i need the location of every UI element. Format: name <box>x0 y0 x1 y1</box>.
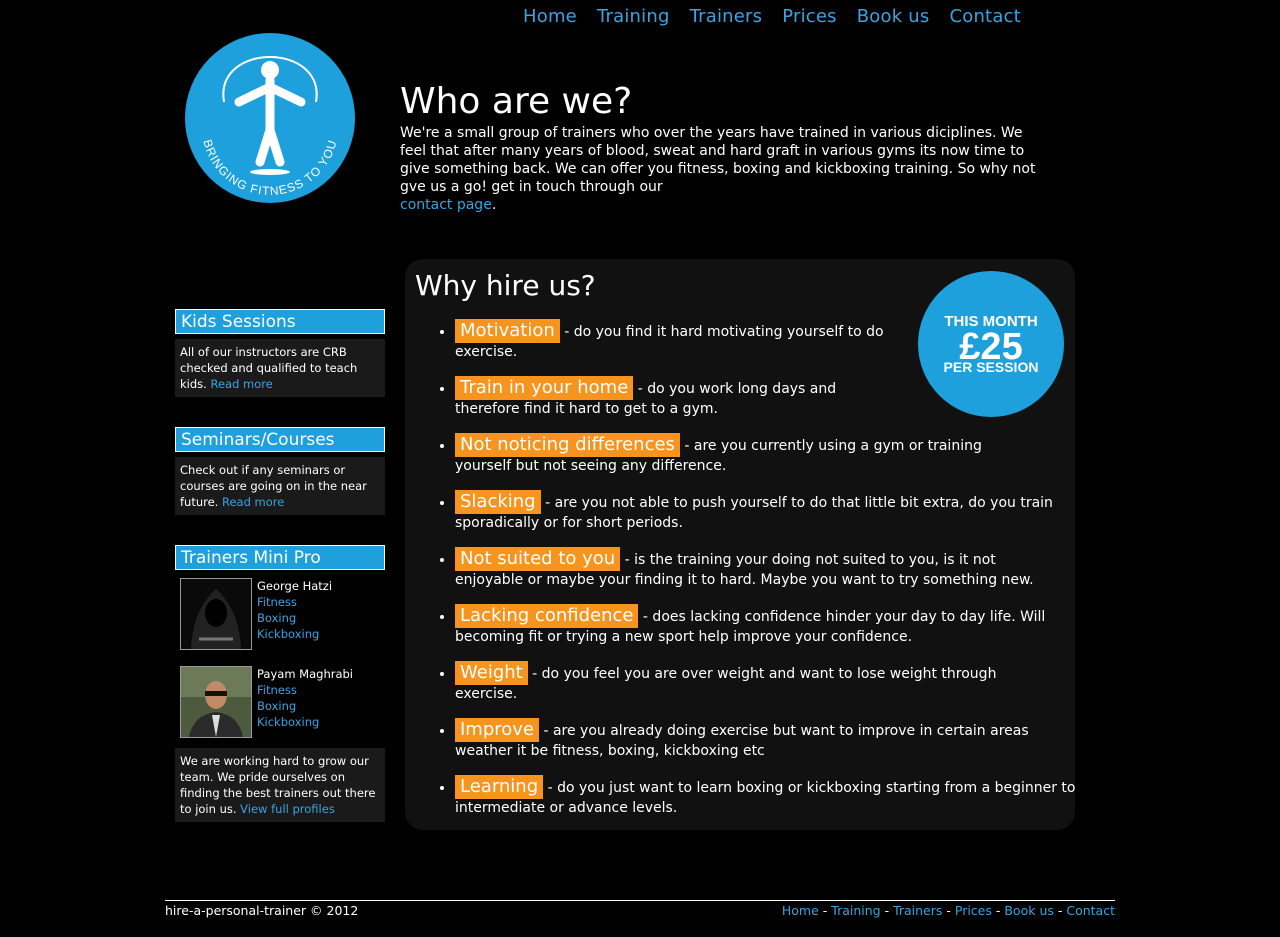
seminars-box: Check out if any seminars or courses are… <box>175 457 385 515</box>
team-box: We are working hard to grow our team. We… <box>175 748 385 822</box>
reason-tag: Train in your home <box>455 376 634 400</box>
nav-prices[interactable]: Prices <box>782 6 837 27</box>
trainer-card: George Hatzi Fitness Boxing Kickboxing <box>175 578 385 650</box>
reason-tag: Slacking <box>455 490 541 514</box>
reason-item: Not noticing differences - are you curre… <box>455 433 1015 476</box>
reason-tag: Motivation <box>455 319 560 343</box>
reason-tag: Weight <box>455 661 528 685</box>
reason-item: Not suited to you - is the training your… <box>455 547 1055 590</box>
seminars-read-more-link[interactable]: Read more <box>222 495 284 509</box>
sidebar: Kids Sessions All of our instructors are… <box>175 309 385 822</box>
trainer-skill-link[interactable]: Fitness <box>257 595 297 609</box>
trainer-name: Payam Maghrabi <box>257 667 354 681</box>
footer-link-home[interactable]: Home <box>782 903 819 918</box>
footer-link-trainers[interactable]: Trainers <box>893 903 942 918</box>
trainer-info: George Hatzi Fitness Boxing Kickboxing <box>252 578 332 650</box>
why-hire-panel: Why hire us? THIS MONTH £25 PER SESSION … <box>405 259 1076 830</box>
footer-link-training[interactable]: Training <box>831 903 880 918</box>
about-body: We're a small group of trainers who over… <box>400 125 1036 195</box>
trainer-skill-link[interactable]: Boxing <box>257 699 296 713</box>
why-hire-title: Why hire us? <box>415 269 596 302</box>
about-title: Who are we? <box>400 81 633 122</box>
trainer-skill-link[interactable]: Kickboxing <box>257 627 319 641</box>
trainer-name: George Hatzi <box>257 579 333 593</box>
nav-book-us[interactable]: Book us <box>857 6 930 27</box>
contact-page-link[interactable]: contact page <box>400 197 492 213</box>
reason-item: Train in your home - do you work long da… <box>455 376 895 419</box>
reason-tag: Not suited to you <box>455 547 621 571</box>
reason-item: Lacking confidence - does lacking confid… <box>455 604 1085 647</box>
footer-copyright: hire-a-personal-trainer © 2012 <box>165 903 359 918</box>
trainer-photo-payam[interactable] <box>180 666 252 738</box>
footer-link-book-us[interactable]: Book us <box>1004 903 1054 918</box>
trainer-photo-george[interactable] <box>180 578 252 650</box>
reason-item: Weight - do you feel you are over weight… <box>455 661 1035 704</box>
kids-sessions-box: All of our instructors are CRB checked a… <box>175 339 385 397</box>
trainer-card: Payam Maghrabi Fitness Boxing Kickboxing <box>175 666 385 738</box>
trainers-mini-pro-title: Trainers Mini Pro <box>175 545 385 570</box>
site-logo[interactable]: BRINGING FITNESS TO YOU <box>184 32 356 204</box>
kids-read-more-link[interactable]: Read more <box>210 377 272 391</box>
footer-links: Home - Training - Trainers - Prices - Bo… <box>781 903 1115 918</box>
reason-tag: Improve <box>455 718 540 742</box>
trainer-skill-link[interactable]: Kickboxing <box>257 715 319 729</box>
footer: hire-a-personal-trainer © 2012 Home - Tr… <box>165 900 1115 918</box>
reasons-list: Motivation - do you find it hard motivat… <box>435 319 1085 832</box>
trainer-info: Payam Maghrabi Fitness Boxing Kickboxing <box>252 666 353 738</box>
reason-item: Learning - do you just want to learn box… <box>455 775 1085 818</box>
seminars-title: Seminars/Courses <box>175 427 385 452</box>
nav-contact[interactable]: Contact <box>949 6 1020 27</box>
reason-tag: Not noticing differences <box>455 433 680 457</box>
reason-item: Motivation - do you find it hard motivat… <box>455 319 895 362</box>
footer-link-contact[interactable]: Contact <box>1066 903 1115 918</box>
trainer-skill-link[interactable]: Fitness <box>257 683 297 697</box>
nav-home[interactable]: Home <box>523 6 577 27</box>
reason-tag: Learning <box>455 775 544 799</box>
trainer-skill-link[interactable]: Boxing <box>257 611 296 625</box>
nav-trainers[interactable]: Trainers <box>690 6 763 27</box>
about-section: Who are we? We're a small group of train… <box>400 80 1050 214</box>
top-nav: Home Training Trainers Prices Book us Co… <box>523 6 1021 27</box>
view-full-profiles-link[interactable]: View full profiles <box>240 802 335 816</box>
reason-item: Improve - are you already doing exercise… <box>455 718 1035 761</box>
nav-training[interactable]: Training <box>597 6 670 27</box>
footer-link-prices[interactable]: Prices <box>955 903 992 918</box>
kids-sessions-title: Kids Sessions <box>175 309 385 334</box>
reason-tag: Lacking confidence <box>455 604 639 628</box>
reason-item: Slacking - are you not able to push your… <box>455 490 1085 533</box>
about-text: We're a small group of trainers who over… <box>400 125 1036 213</box>
